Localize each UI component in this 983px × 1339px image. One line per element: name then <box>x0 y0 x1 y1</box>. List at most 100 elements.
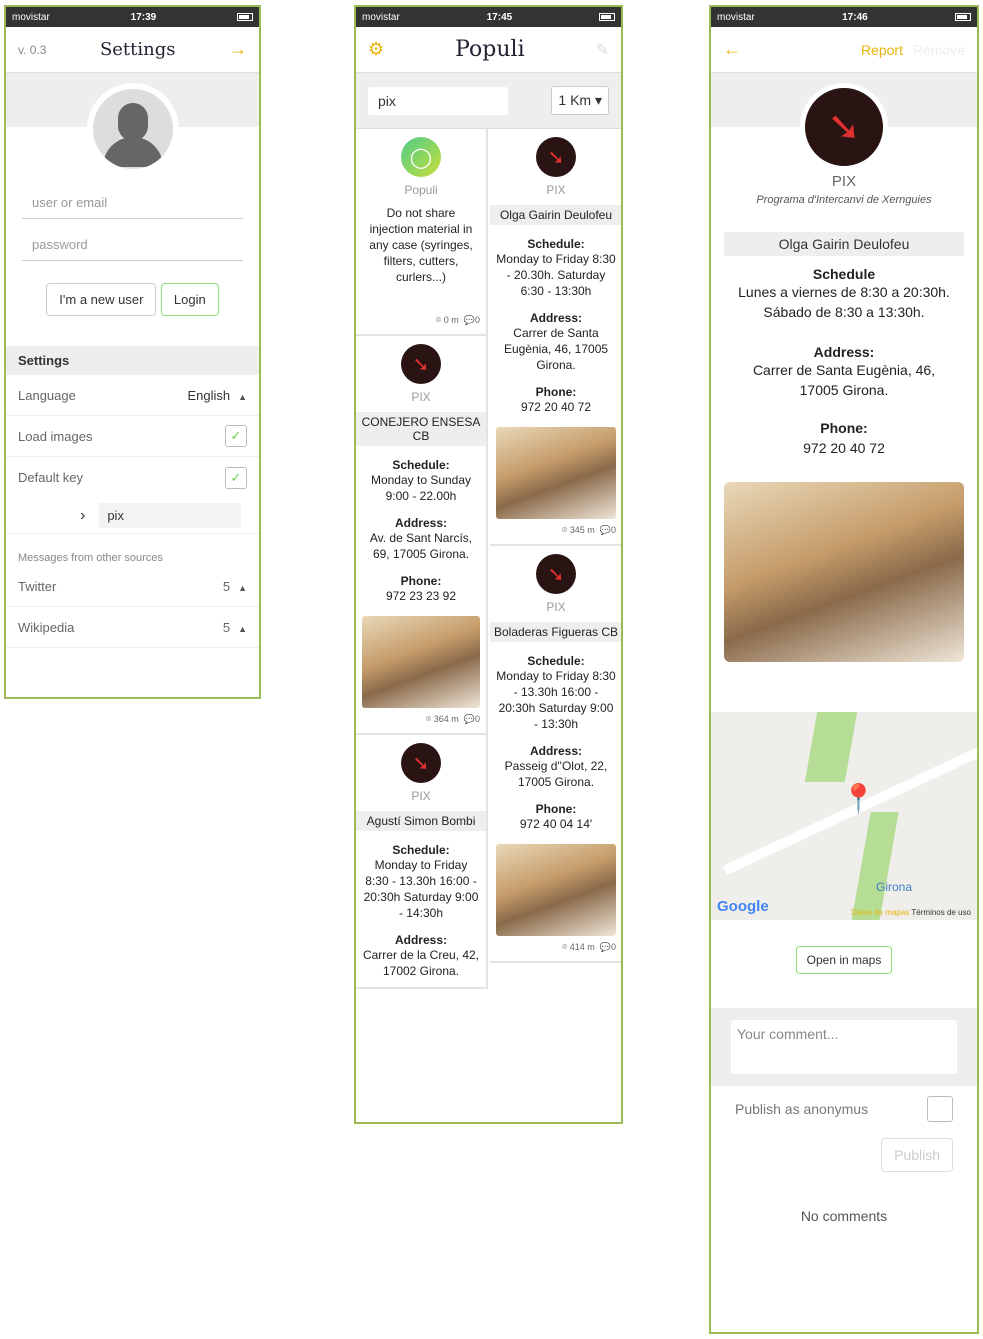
address-text: Av. de Sant Narcís, 69, 17005 Girona. <box>369 531 473 561</box>
triangle-up-icon[interactable]: ▲ <box>238 583 247 593</box>
location-icon: ⌾ <box>425 714 432 724</box>
comment-icon: 💬 <box>463 315 475 325</box>
comment-icon: 💬 <box>463 714 475 724</box>
anonymous-label: Publish as anonymus <box>735 1101 869 1117</box>
pix-logo: ➘ <box>401 344 441 384</box>
phone-text: 972 20 40 72 <box>520 400 592 414</box>
address-label: Address: <box>394 516 447 530</box>
address-label: Address: <box>529 311 582 325</box>
map[interactable]: 📍 Girona Google Datos de mapas Términos … <box>711 712 977 920</box>
gear-icon[interactable]: ⚙ <box>368 39 384 60</box>
no-comments-label: No comments <box>800 1208 888 1224</box>
pencil-icon[interactable]: ✎ <box>596 40 609 60</box>
back-arrow-icon[interactable]: ← <box>723 39 741 60</box>
default-key-checkbox[interactable]: ✓ <box>225 466 247 489</box>
triangle-up-icon: ▲ <box>238 391 247 402</box>
load-images-checkbox[interactable]: ✓ <box>225 425 247 447</box>
comment-input[interactable]: Your comment... <box>731 1020 957 1074</box>
feed-card[interactable]: ◯ Populi Do not share injection material i… <box>356 129 486 336</box>
language-value: English <box>187 387 231 403</box>
battery-icon <box>237 13 253 21</box>
distance: 0 m <box>443 315 459 325</box>
populi-logo: ◯ <box>401 137 441 177</box>
feed-card[interactable]: ➘ PIX Boladeras Figueras CB Schedule: Monday… <box>490 546 621 963</box>
location-icon: ⌾ <box>435 315 442 325</box>
time: 17:45 <box>486 11 513 23</box>
feed-card[interactable]: ➘ PIX Olga Gairin Deulofeu Schedule: Monday … <box>490 129 621 546</box>
pharmacy-name: Boladeras Figueras CB <box>490 622 621 642</box>
map-terms-link[interactable]: Términos de uso <box>911 908 971 917</box>
triangle-up-icon[interactable]: ▲ <box>238 624 247 634</box>
twitter-label: Twitter <box>18 578 57 594</box>
pharmacy-photo <box>496 844 616 936</box>
phone-text: 972 40 04 14' <box>519 817 593 831</box>
new-user-button[interactable]: I'm a new user <box>46 283 157 316</box>
feed-screen: movistar 17:45 ⚙ Populi ✎ pix 1 Km ▾ ◯ Populi… <box>354 5 623 1124</box>
user-email-input[interactable]: user or email <box>22 187 243 219</box>
schedule-text: Monday to Friday 8:30 - 20.30h. Saturday… <box>496 252 616 298</box>
google-logo: Google <box>717 898 769 915</box>
address-text: Carrer de la Creu, 42, 17002 Girona. <box>362 948 480 978</box>
pix-logo: ➘ <box>536 554 576 594</box>
app-title: Populi <box>455 37 525 62</box>
messages-header: Messages from other sources <box>18 552 163 564</box>
time: 17:39 <box>130 11 157 23</box>
anonymous-checkbox[interactable] <box>927 1096 953 1122</box>
phone-label: Phone: <box>535 802 577 816</box>
carrier: movistar <box>362 11 400 23</box>
pix-logo: ➘ <box>800 83 888 171</box>
feed-card[interactable]: ➘ PIX Agustí Simon Bombi Schedule: Monday to… <box>356 735 486 989</box>
open-in-maps-button[interactable]: Open in maps <box>795 946 893 974</box>
search-input[interactable]: pix <box>368 86 508 115</box>
pix-logo: ➘ <box>401 743 441 783</box>
distance: 414 m <box>569 942 595 952</box>
pharmacy-photo <box>724 482 964 662</box>
map-pin-icon: 📍 <box>841 783 876 814</box>
phone-label: Phone: <box>535 385 577 399</box>
map-data-label: Datos de mapas <box>851 908 910 917</box>
wikipedia-count: 5 <box>222 619 231 635</box>
address-text: Passeig d''Olot, 22, 17005 Girona. <box>504 759 608 789</box>
settings-section-header: Settings <box>6 346 259 375</box>
settings-screen: movistar 17:39 v. 0.3 Settings → user or em… <box>4 5 261 699</box>
comment-count: 0 <box>610 525 616 535</box>
comment-count: 0 <box>474 714 480 724</box>
pix-logo: ➘ <box>536 137 576 177</box>
login-button[interactable]: Login <box>160 283 219 316</box>
distance: 345 m <box>569 525 595 535</box>
phone-text: 972 23 23 92 <box>385 589 457 603</box>
battery-icon <box>955 13 971 21</box>
report-button[interactable]: Report <box>861 42 903 58</box>
schedule-text: Monday to Friday 8:30 - 13.30h 16:00 - 2… <box>363 858 479 920</box>
source-label: PIX <box>411 390 431 404</box>
avatar <box>86 83 179 175</box>
location-icon: ⌾ <box>561 525 568 535</box>
twitter-count: 5 <box>222 578 231 594</box>
distance: 364 m <box>433 714 459 724</box>
pharmacy-name: Agustí Simon Bombi <box>356 811 486 831</box>
message-text: Do not share injection material in any c… <box>369 206 473 284</box>
language-row[interactable]: Language English ▲ <box>6 375 259 416</box>
feed-card[interactable]: ➘ PIX CONEJERO ENSESA CB Schedule: Monday to… <box>356 336 486 735</box>
default-key-label: Default key <box>18 470 84 485</box>
status-bar: movistar 17:46 <box>711 7 977 27</box>
source-label: Populi <box>404 183 438 197</box>
address-label: Address: <box>394 933 447 947</box>
forward-arrow-icon[interactable]: → <box>229 39 247 60</box>
schedule-label: Schedule: <box>527 654 585 668</box>
default-key-input[interactable]: pix <box>99 503 241 528</box>
comment-icon: 💬 <box>599 525 611 535</box>
map-label-girona: Girona <box>876 880 913 894</box>
schedule-label: Schedule <box>812 266 876 282</box>
source-label: PIX <box>411 789 431 803</box>
radius-dropdown[interactable]: 1 Km ▾ <box>551 86 609 115</box>
pharmacy-photo <box>362 616 480 708</box>
remove-button[interactable]: Remove <box>913 42 965 58</box>
password-input[interactable]: password <box>22 229 243 261</box>
time: 17:46 <box>842 11 868 23</box>
publish-button[interactable]: Publish <box>881 1138 953 1172</box>
location-icon: ⌾ <box>561 942 568 952</box>
address-label: Address: <box>813 344 875 360</box>
phone-text[interactable]: 972 20 40 72 <box>711 440 977 456</box>
carrier: movistar <box>12 11 50 23</box>
